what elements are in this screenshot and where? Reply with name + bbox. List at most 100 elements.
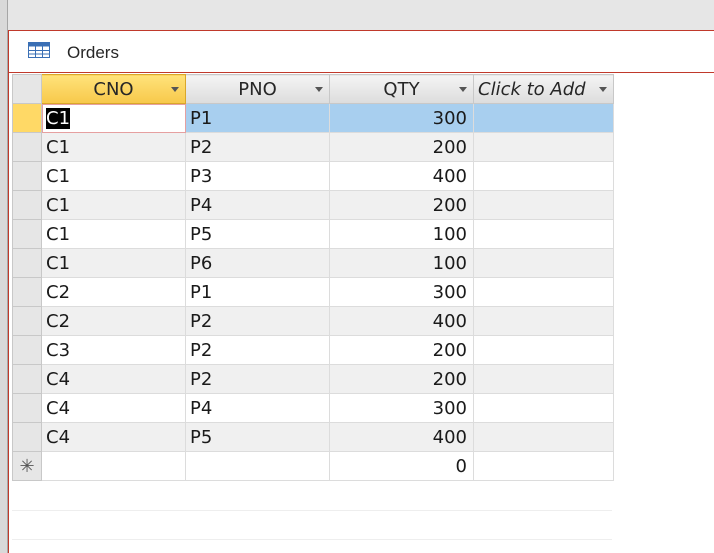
table-row[interactable]: C2 P1 300: [12, 277, 614, 307]
cell-cno[interactable]: C4: [41, 422, 186, 452]
cell-cno[interactable]: C2: [41, 277, 186, 307]
cell-value: P1: [190, 107, 213, 129]
column-header-pno[interactable]: PNO: [185, 74, 330, 104]
cell-cno[interactable]: C3: [41, 335, 186, 365]
cell-value: 100: [432, 223, 467, 245]
cell-value: 400: [432, 165, 467, 187]
table-body: C1 P1 300 C1 P2 200 C1 P3 400 C1 P4 200 C1 P5 100 C1 P6 1…: [12, 103, 614, 481]
cell-qty[interactable]: 300: [329, 103, 474, 133]
column-dropdown-icon[interactable]: [315, 87, 323, 92]
record-selector[interactable]: [12, 364, 42, 394]
cell-qty[interactable]: 200: [329, 132, 474, 162]
cell-qty[interactable]: 100: [329, 248, 474, 278]
table-row[interactable]: C4 P2 200: [12, 364, 614, 394]
cell-pno[interactable]: P1: [185, 277, 330, 307]
cell-click-to-add[interactable]: [473, 219, 614, 249]
cell-cno[interactable]: C4: [41, 393, 186, 423]
record-selector[interactable]: [12, 422, 42, 452]
table-row[interactable]: C1 P1 300: [12, 103, 614, 133]
cell-pno[interactable]: P2: [185, 306, 330, 336]
cell-cno[interactable]: C2: [41, 306, 186, 336]
cell-cno[interactable]: C1: [41, 248, 186, 278]
cell-cno[interactable]: C4: [41, 364, 186, 394]
cell-qty[interactable]: 100: [329, 219, 474, 249]
cell-pno[interactable]: P2: [185, 335, 330, 365]
table-row[interactable]: C1 P2 200: [12, 132, 614, 162]
cell-value: P2: [190, 368, 213, 390]
table-row[interactable]: C1 P4 200: [12, 190, 614, 220]
table-row[interactable]: C2 P2 400: [12, 306, 614, 336]
record-selector[interactable]: [12, 248, 42, 278]
cell-qty[interactable]: 400: [329, 161, 474, 191]
cell-value: P4: [190, 397, 213, 419]
cell-value: C2: [46, 281, 71, 303]
column-header-cno[interactable]: CNO: [41, 74, 186, 104]
cell-pno[interactable]: P4: [185, 393, 330, 423]
cell-pno[interactable]: P1: [185, 103, 330, 133]
cell-value: 300: [432, 107, 467, 129]
cell-pno[interactable]: P6: [185, 248, 330, 278]
cell-qty[interactable]: 200: [329, 364, 474, 394]
column-header-click-to-add[interactable]: Click to Add: [473, 74, 614, 104]
record-selector[interactable]: [12, 277, 42, 307]
record-selector[interactable]: [12, 103, 42, 133]
cell-click-to-add[interactable]: [473, 364, 614, 394]
cell-pno[interactable]: P5: [185, 422, 330, 452]
record-selector[interactable]: [12, 393, 42, 423]
cell-cno[interactable]: C1: [41, 219, 186, 249]
cell-pno[interactable]: P5: [185, 219, 330, 249]
table-row[interactable]: C1 P5 100: [12, 219, 614, 249]
cell-pno[interactable]: P3: [185, 161, 330, 191]
cell-click-to-add[interactable]: [473, 161, 614, 191]
cell-click-to-add[interactable]: [473, 190, 614, 220]
record-selector[interactable]: [12, 306, 42, 336]
cell-qty[interactable]: 400: [329, 422, 474, 452]
cell-click-to-add[interactable]: [473, 306, 614, 336]
cell-click-to-add[interactable]: [473, 248, 614, 278]
table-row[interactable]: C1 P6 100: [12, 248, 614, 278]
record-selector[interactable]: [12, 335, 42, 365]
cell-qty[interactable]: 400: [329, 306, 474, 336]
cell-click-to-add[interactable]: [473, 393, 614, 423]
cell-qty[interactable]: 0: [329, 451, 474, 481]
cell-click-to-add[interactable]: [473, 335, 614, 365]
document-tab[interactable]: Orders: [9, 31, 714, 73]
cell-click-to-add[interactable]: [473, 451, 614, 481]
cell-value: P5: [190, 426, 213, 448]
ribbon-edge: [0, 0, 714, 30]
cell-qty[interactable]: 300: [329, 277, 474, 307]
cell-cno[interactable]: C1: [41, 132, 186, 162]
record-selector[interactable]: [12, 219, 42, 249]
cell-pno[interactable]: P2: [185, 364, 330, 394]
new-record-selector[interactable]: ✳: [12, 451, 42, 481]
column-dropdown-icon[interactable]: [599, 87, 607, 92]
record-selector[interactable]: [12, 161, 42, 191]
new-record-row[interactable]: ✳ 0: [12, 451, 614, 481]
record-selector[interactable]: [12, 190, 42, 220]
cell-click-to-add[interactable]: [473, 277, 614, 307]
cell-click-to-add[interactable]: [473, 103, 614, 133]
cell-click-to-add[interactable]: [473, 132, 614, 162]
cell-cno[interactable]: C1: [41, 103, 186, 133]
cell-pno[interactable]: P2: [185, 132, 330, 162]
cell-qty[interactable]: 200: [329, 335, 474, 365]
cell-cno[interactable]: C1: [41, 190, 186, 220]
cell-click-to-add[interactable]: [473, 422, 614, 452]
cell-pno[interactable]: P4: [185, 190, 330, 220]
table-row[interactable]: C4 P4 300: [12, 393, 614, 423]
column-dropdown-icon[interactable]: [171, 87, 179, 92]
column-dropdown-icon[interactable]: [459, 87, 467, 92]
record-selector[interactable]: [12, 132, 42, 162]
cell-qty[interactable]: 300: [329, 393, 474, 423]
table-row[interactable]: C1 P3 400: [12, 161, 614, 191]
select-all-corner[interactable]: [12, 74, 42, 104]
column-header-qty[interactable]: QTY: [329, 74, 474, 104]
cell-value: 400: [432, 426, 467, 448]
table-row[interactable]: C3 P2 200: [12, 335, 614, 365]
cell-qty[interactable]: 200: [329, 190, 474, 220]
cell-cno[interactable]: C1: [41, 161, 186, 191]
cell-cno[interactable]: [41, 451, 186, 481]
cell-pno[interactable]: [185, 451, 330, 481]
table-row[interactable]: C4 P5 400: [12, 422, 614, 452]
cell-value: 300: [432, 397, 467, 419]
